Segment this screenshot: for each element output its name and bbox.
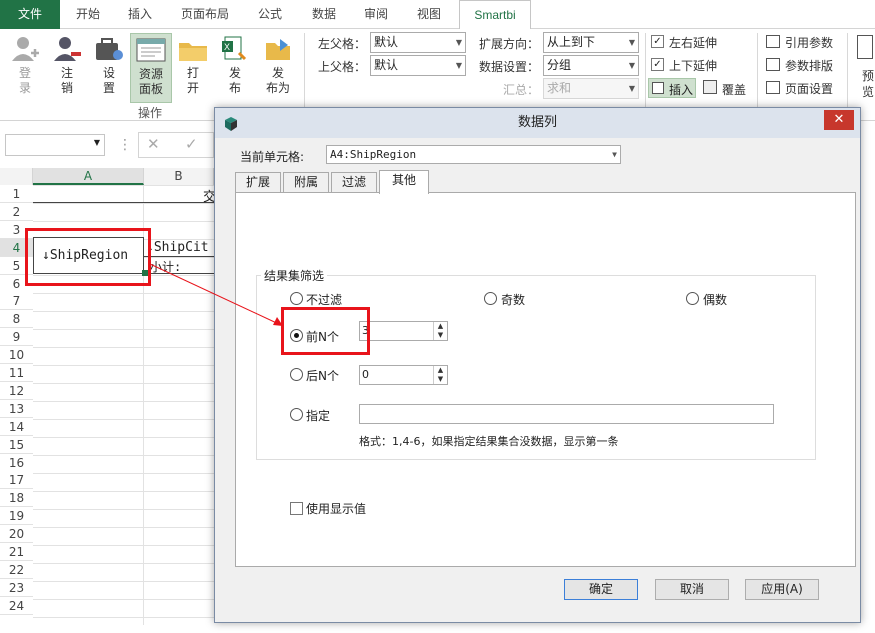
tab-other[interactable]: 其他	[379, 170, 429, 194]
annotation-arrow	[149, 263, 284, 327]
